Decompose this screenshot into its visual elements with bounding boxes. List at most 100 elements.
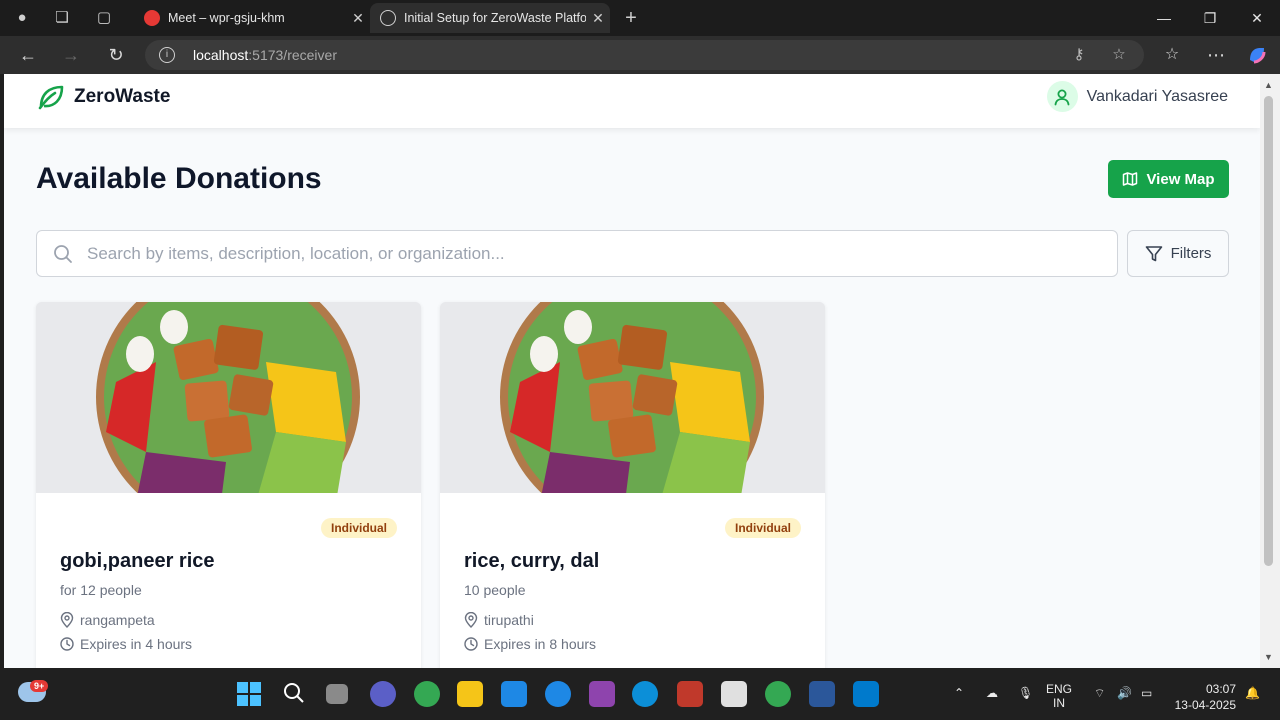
donation-expiry: Expires in 8 hours: [464, 636, 596, 652]
favorites-icon[interactable]: ☆: [1161, 44, 1183, 66]
view-map-label: View Map: [1146, 170, 1215, 188]
tab-actions-icon[interactable]: ▢: [94, 8, 114, 28]
clock-icon: [464, 637, 478, 651]
globe-icon: [380, 10, 396, 26]
battery-icon[interactable]: ▭: [1141, 686, 1152, 700]
taskbar: 9+ ⌃ ☁ 🎙 ENG IN ⌔ 🔊 ▭ 03:07 13-04-2025 🔔: [0, 668, 1280, 720]
close-tab-icon[interactable]: ✕: [586, 10, 610, 27]
favorite-star-icon[interactable]: ☆: [1110, 46, 1128, 64]
status-badge: Individual: [320, 518, 397, 538]
donation-title: rice, curry, dal: [464, 550, 600, 572]
brand-logo[interactable]: ZeroWaste: [36, 82, 170, 112]
word-icon[interactable]: [809, 681, 835, 707]
address-field[interactable]: i localhost:5173/receiver ⚷ ☆: [145, 40, 1144, 70]
status-badge: Individual: [724, 518, 801, 538]
chrome-icon[interactable]: [414, 681, 440, 707]
profile-icon[interactable]: ●: [12, 8, 32, 28]
help-icon[interactable]: [545, 681, 571, 707]
teams-icon[interactable]: [370, 681, 396, 707]
scroll-down-icon[interactable]: ▼: [1264, 652, 1273, 662]
wifi-icon[interactable]: ⌔: [1094, 686, 1105, 701]
donation-card[interactable]: Individual rice, curry, dal 10 people ti…: [440, 302, 825, 668]
language-indicator[interactable]: ENG IN: [1046, 682, 1072, 710]
hp-icon[interactable]: [501, 681, 527, 707]
close-window-button[interactable]: ✕: [1245, 6, 1269, 30]
store-icon[interactable]: [721, 681, 747, 707]
copilot-icon[interactable]: [1246, 44, 1268, 66]
meet-favicon-icon: [144, 10, 160, 26]
view-map-button[interactable]: View Map: [1108, 160, 1229, 198]
search-taskbar-icon[interactable]: [281, 681, 307, 707]
back-button[interactable]: ←: [17, 44, 39, 66]
file-explorer-icon[interactable]: [457, 681, 483, 707]
task-view-icon[interactable]: [326, 684, 348, 704]
close-tab-icon[interactable]: ✕: [346, 10, 370, 27]
user-name: Vankadari Yasasree: [1086, 87, 1228, 105]
scroll-up-icon[interactable]: ▲: [1264, 80, 1273, 90]
donation-title: gobi,paneer rice: [60, 550, 215, 572]
new-tab-button[interactable]: +: [621, 8, 641, 28]
more-options-icon[interactable]: ⋯: [1205, 44, 1227, 66]
notification-badge: 9+: [30, 680, 49, 692]
onedrive-icon[interactable]: ☁: [986, 686, 998, 700]
user-icon: [1054, 89, 1070, 105]
map-pin-icon: [60, 612, 74, 628]
clock-time: 03:07: [1205, 682, 1236, 696]
mcafee-icon[interactable]: [677, 681, 703, 707]
map-icon: [1123, 172, 1138, 186]
search-input[interactable]: Search by items, description, location, …: [36, 230, 1118, 277]
tab-title: Meet – wpr-gsju-khm: [168, 11, 285, 25]
scrollbar-thumb[interactable]: [1264, 96, 1273, 566]
start-icon[interactable]: [236, 681, 262, 707]
app-header: ZeroWaste Vankadari Yasasree: [4, 74, 1260, 128]
forward-button[interactable]: →: [60, 44, 82, 66]
search-placeholder: Search by items, description, location, …: [87, 243, 505, 263]
clock-date: 13-04-2025: [1174, 698, 1236, 712]
edge-icon[interactable]: [632, 681, 658, 707]
leaf-icon: [38, 85, 64, 110]
notifications-icon[interactable]: 🔔: [1245, 686, 1260, 700]
expiry-text: Expires in 4 hours: [80, 636, 193, 652]
food-image: [36, 302, 421, 493]
map-pin-icon: [464, 612, 478, 628]
clock-icon: [60, 637, 74, 651]
copilot-app-icon[interactable]: [589, 681, 615, 707]
key-icon[interactable]: ⚷: [1070, 46, 1088, 64]
brand-name: ZeroWaste: [74, 86, 171, 107]
show-hidden-icons[interactable]: ⌃: [954, 686, 964, 700]
location-text: rangampeta: [80, 612, 155, 628]
filters-button[interactable]: Filters: [1127, 230, 1229, 277]
donation-location: rangampeta: [60, 612, 155, 628]
vscode-icon[interactable]: [853, 681, 879, 707]
user-menu[interactable]: Vankadari Yasasree: [1046, 81, 1228, 112]
workspaces-icon[interactable]: ❏: [52, 8, 72, 28]
donation-card[interactable]: Individual gobi,paneer rice for 12 peopl…: [36, 302, 421, 668]
food-image: [440, 302, 825, 493]
clock[interactable]: 03:07 13-04-2025: [1172, 681, 1236, 713]
microphone-icon[interactable]: 🎙: [1018, 686, 1033, 700]
expiry-text: Expires in 8 hours: [484, 636, 597, 652]
tab-title: Initial Setup for ZeroWaste Platfor: [404, 11, 586, 25]
refresh-button[interactable]: ↻: [105, 44, 127, 66]
volume-icon[interactable]: 🔊: [1117, 686, 1132, 700]
url-path: :5173/receiver: [248, 47, 337, 63]
donation-subtitle: for 12 people: [60, 582, 142, 598]
tab-zerowaste[interactable]: Initial Setup for ZeroWaste Platfor ✕: [370, 3, 610, 33]
donation-expiry: Expires in 4 hours: [60, 636, 192, 652]
page-viewport: ZeroWaste Vankadari Yasasree Available D…: [4, 74, 1260, 668]
donation-subtitle: 10 people: [464, 582, 526, 598]
tab-meet[interactable]: Meet – wpr-gsju-khm ✕: [134, 3, 370, 33]
chrome-profile-icon[interactable]: [765, 681, 791, 707]
page-scrollbar[interactable]: ▲ ▼: [1260, 74, 1280, 668]
browser-tab-bar: ● ❏ ▢ Meet – wpr-gsju-khm ✕ Initial Setu…: [0, 0, 1280, 36]
filter-icon: [1145, 245, 1162, 261]
avatar: [1046, 81, 1078, 112]
site-info-icon[interactable]: i: [159, 47, 175, 63]
search-icon: [54, 244, 72, 263]
restore-button[interactable]: ❐: [1198, 6, 1222, 30]
minimize-button[interactable]: —: [1152, 6, 1176, 30]
filters-label: Filters: [1170, 245, 1212, 262]
region-code: IN: [1053, 696, 1065, 710]
language-code: ENG: [1046, 682, 1073, 696]
page-title: Available Donations: [36, 162, 322, 195]
